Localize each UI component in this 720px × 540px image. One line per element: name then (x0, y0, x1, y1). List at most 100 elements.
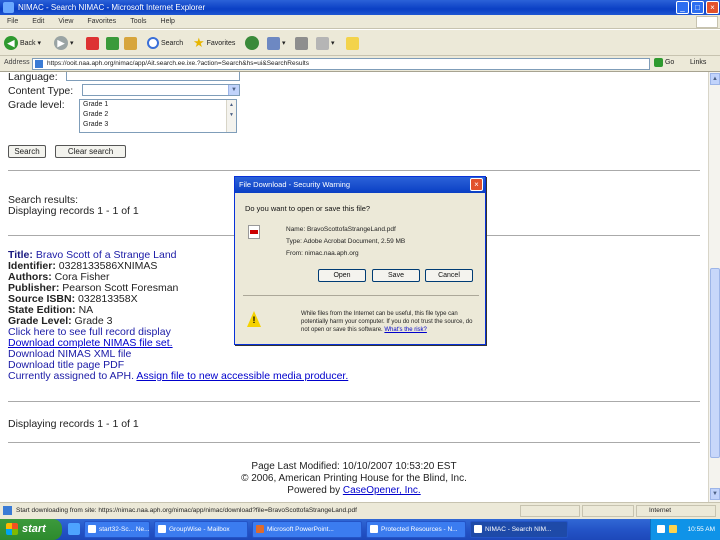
print-icon (295, 36, 308, 50)
grade-option[interactable]: Grade 3 (80, 120, 236, 130)
close-button[interactable]: × (706, 1, 719, 14)
scroll-up-button[interactable]: ▲ (710, 73, 720, 85)
grade-level-label: Grade level: (8, 99, 65, 111)
menu-edit[interactable]: Edit (25, 15, 51, 29)
ie-quicklaunch-icon[interactable] (68, 523, 80, 535)
taskbar-item[interactable]: start32-Sc... Ne... (84, 521, 150, 538)
status-pane (582, 505, 634, 517)
forward-arrow-icon: ▶ (54, 36, 68, 50)
status-pane (520, 505, 580, 517)
warning-shield-icon: ! (247, 311, 261, 327)
windows-logo-icon (696, 16, 718, 28)
caseopener-link[interactable]: CaseOpener, Inc. (343, 485, 421, 496)
address-input[interactable]: https://ooit.naa.aph.org/nimac/app/Ait.s… (32, 58, 650, 70)
taskbar: start start32-Sc... Ne... GroupWise - Ma… (0, 519, 720, 540)
grade-option[interactable]: Grade 1 (80, 100, 236, 110)
start-button[interactable]: start (0, 519, 62, 540)
divider (8, 170, 700, 171)
content-type-select[interactable]: ▼ (82, 84, 240, 96)
grade-level-listbox[interactable]: Grade 1 Grade 2 Grade 3 ▲ ▼ (79, 99, 237, 133)
window-title: NIMAC - Search NIMAC - Microsoft Interne… (18, 3, 206, 12)
search-button-toolbar[interactable]: Search (147, 34, 183, 52)
system-tray: 10:55 AM (650, 519, 720, 540)
taskbar-item[interactable]: Protected Resources - N... (366, 521, 466, 538)
taskbar-item[interactable]: Microsoft PowerPoint... (252, 521, 362, 538)
powered-by: Powered by CaseOpener, Inc. (287, 485, 421, 496)
save-button[interactable]: Save (372, 269, 420, 282)
tray-icon[interactable] (669, 525, 677, 533)
home-button[interactable] (124, 34, 137, 52)
go-arrow-icon (654, 58, 663, 67)
divider (8, 401, 700, 402)
chevron-down-icon[interactable]: ▼ (228, 85, 239, 95)
search-icon (147, 37, 159, 49)
file-name: Name: BravoScottofaStrangeLand.pdf (286, 226, 396, 233)
assign-file-link[interactable]: Assign file to new accessible media prod… (136, 370, 348, 382)
listbox-scrollbar[interactable]: ▲ ▼ (226, 100, 236, 132)
mail-button[interactable]: ▾ (267, 34, 285, 52)
folder-button[interactable] (346, 34, 359, 52)
whats-the-risk-link[interactable]: What's the risk? (384, 327, 427, 333)
file-download-dialog: File Download - Security Warning × Do yo… (234, 176, 486, 345)
menu-view[interactable]: View (51, 15, 80, 29)
tray-icon[interactable] (657, 525, 665, 533)
language-select[interactable] (66, 72, 240, 81)
menu-help[interactable]: Help (154, 15, 182, 29)
maximize-button[interactable]: □ (691, 1, 704, 14)
edit-icon (316, 36, 329, 50)
dialog-close-button[interactable]: × (470, 178, 483, 191)
clear-search-button[interactable]: Clear search (55, 145, 126, 158)
menu-file[interactable]: File (0, 15, 25, 29)
page-loading-icon (3, 506, 12, 515)
refresh-icon (106, 36, 119, 50)
minimize-button[interactable]: _ (676, 1, 689, 14)
back-button[interactable]: ◀ Back ▾ (4, 34, 41, 52)
menu-favorites[interactable]: Favorites (80, 15, 123, 29)
dialog-divider (243, 295, 479, 296)
forward-button[interactable]: ▶ ▾ (54, 34, 73, 52)
menu-tools[interactable]: Tools (123, 15, 153, 29)
dialog-title: File Download - Security Warning (239, 180, 351, 189)
vertical-scrollbar[interactable]: ▲ ▼ (708, 72, 720, 502)
edit-button[interactable]: ▾ (316, 34, 334, 52)
dialog-question: Do you want to open or save this file? (245, 204, 371, 213)
print-button[interactable] (295, 34, 308, 52)
history-button[interactable] (245, 34, 259, 52)
favorites-button[interactable]: ★ Favorites (193, 34, 235, 52)
file-from: From: nimac.naa.aph.org (286, 250, 359, 257)
star-icon: ★ (193, 35, 205, 50)
stop-button[interactable] (86, 34, 99, 52)
scroll-thumb[interactable] (710, 268, 720, 458)
results-count-bottom: Displaying records 1 - 1 of 1 (8, 418, 139, 430)
folder-icon (346, 36, 359, 50)
ie-icon (370, 525, 378, 533)
go-button[interactable]: Go (654, 58, 674, 67)
windows-flag-icon (6, 523, 18, 535)
assignment-row: Currently assigned to APH. Assign file t… (8, 370, 349, 382)
address-label: Address (4, 59, 30, 66)
page-modified: Page Last Modified: 10/10/2007 10:53:20 … (251, 461, 457, 472)
address-bar: Address https://ooit.naa.aph.org/nimac/a… (0, 56, 720, 72)
search-button[interactable]: Search (8, 145, 46, 158)
taskbar-item-active[interactable]: NIMAC - Search NIM... (470, 521, 568, 538)
taskbar-item[interactable]: GroupWise - Mailbox (154, 521, 248, 538)
dialog-title-bar: File Download - Security Warning × (235, 177, 485, 193)
window-title-bar: NIMAC - Search NIMAC - Microsoft Interne… (0, 0, 720, 15)
links-button[interactable]: Links (690, 59, 706, 66)
language-label: Language: (8, 72, 58, 83)
ie-icon (3, 2, 14, 13)
mail-icon (267, 36, 280, 50)
security-warning-text: While files from the Internet can be use… (301, 311, 473, 333)
refresh-button[interactable] (106, 34, 119, 52)
ie-icon (474, 525, 482, 533)
grade-option[interactable]: Grade 2 (80, 110, 236, 120)
divider (8, 442, 700, 443)
scroll-down-button[interactable]: ▼ (710, 488, 720, 500)
clock: 10:55 AM (687, 526, 715, 533)
open-button[interactable]: Open (318, 269, 366, 282)
status-bar: Start downloading from site: https://nim… (0, 502, 720, 519)
cancel-button[interactable]: Cancel (425, 269, 473, 282)
copyright: © 2006, American Printing House for the … (241, 473, 467, 484)
results-count: Displaying records 1 - 1 of 1 (8, 205, 139, 217)
app-icon (88, 525, 96, 533)
